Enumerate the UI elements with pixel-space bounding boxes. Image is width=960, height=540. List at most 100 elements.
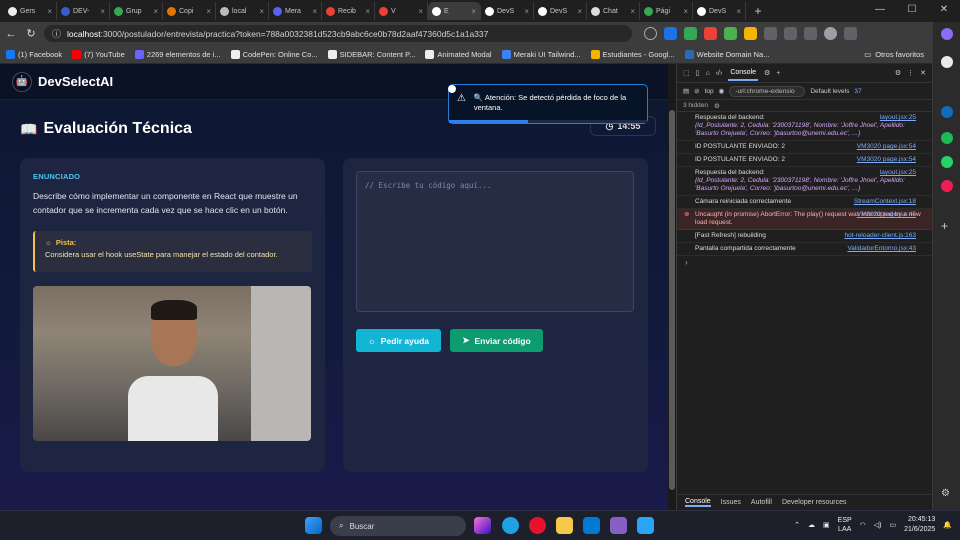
more-menu-icon[interactable] (844, 27, 857, 40)
file-explorer-icon[interactable] (556, 517, 573, 534)
search-icon[interactable] (941, 56, 953, 68)
device-toolbar-icon[interactable]: ▯ (696, 69, 700, 77)
close-tab-icon[interactable]: × (471, 7, 476, 16)
bookmark-item[interactable]: SIDEBAR: Content P... (327, 49, 415, 59)
add-tab-icon[interactable]: + (776, 70, 780, 77)
browser-tab[interactable]: Gers × (4, 2, 57, 20)
source-link[interactable]: VM3020 page.jsx:54 (857, 143, 916, 151)
extension-icon[interactable] (744, 27, 757, 40)
bookmark-item[interactable]: CodePen: Online Co... (230, 49, 318, 59)
close-tab-icon[interactable]: × (100, 7, 105, 16)
browser-tab[interactable]: DEV- × (57, 2, 110, 20)
close-tab-icon[interactable]: × (630, 7, 635, 16)
help-button[interactable]: ☼ Pedir ayuda (356, 329, 441, 352)
source-link[interactable]: VM3020 page.jsx:45 (857, 211, 916, 219)
console-message[interactable]: StreamContext.jsx:18 Cámara reiniciada co… (677, 196, 932, 209)
console-message[interactable]: VM3020 page.jsx:54 ID POSTULANTE ENVIADO:… (677, 154, 932, 167)
submit-code-button[interactable]: ➤ Enviar código (450, 329, 543, 352)
browser-tab[interactable]: Copi × (163, 2, 216, 20)
app-tray-icon[interactable]: ▣ (823, 521, 830, 529)
notifications-icon[interactable]: 🔔 (943, 521, 952, 529)
extension-icon[interactable] (664, 27, 677, 40)
clock[interactable]: 20:45:13 21/6/2025 (904, 515, 935, 535)
browser-tab[interactable]: V × (375, 2, 428, 20)
browser-tab[interactable]: Chat × (587, 2, 640, 20)
browser-tab[interactable]: E × (428, 2, 481, 20)
browser-tab[interactable]: DevS × (693, 2, 746, 20)
code-editor[interactable]: // Escribe tu código aquí... (356, 171, 634, 312)
bookmark-item[interactable]: Estudiantes - Googl... (590, 49, 675, 59)
console-message[interactable]: hot-reloader-client.js:163 [Fast Refresh]… (677, 230, 932, 243)
outlook-icon[interactable] (941, 106, 953, 118)
reload-button[interactable]: ↻ (24, 27, 38, 40)
close-window-button[interactable]: ✕ (928, 0, 960, 22)
profile-avatar[interactable] (824, 27, 837, 40)
more-icon[interactable]: ⋮ (907, 69, 914, 77)
bookmark-item[interactable]: (1) Facebook (6, 49, 62, 59)
star-icon[interactable] (644, 27, 657, 40)
console-message[interactable]: layout.jsx:25 Respuesta del backend: {Id_P… (677, 112, 932, 141)
browser-tab[interactable]: Mera × (269, 2, 322, 20)
performance-icon[interactable]: ⚙ (764, 69, 770, 77)
extension-icon[interactable] (724, 27, 737, 40)
browser-tab[interactable]: DevS × (534, 2, 587, 20)
bookmark-item[interactable]: Animated Modal (425, 49, 492, 59)
close-devtools-icon[interactable]: ✕ (920, 69, 926, 77)
language-indicator[interactable]: ESP LAA (838, 516, 852, 534)
chevron-up-icon[interactable]: ⌃ (794, 521, 800, 529)
volume-icon[interactable]: ◁) (874, 521, 882, 529)
site-info-icon[interactable]: ⓘ (52, 27, 61, 40)
gear-icon[interactable]: ⚙ (714, 102, 720, 110)
source-link[interactable]: hot-reloader-client.js:163 (844, 232, 916, 240)
close-tab-icon[interactable]: × (47, 7, 52, 16)
copilot-icon[interactable] (941, 28, 953, 40)
close-tab-icon[interactable]: × (206, 7, 211, 16)
console-message[interactable]: VM3020 page.jsx:54 ID POSTULANTE ENVIADO:… (677, 141, 932, 154)
elements-icon[interactable]: ⌂ (705, 70, 709, 77)
console-message[interactable]: ValidadorEntorno.jsx:43 Pantalla comparti… (677, 243, 932, 256)
source-link[interactable]: layout.jsx:25 (880, 114, 916, 122)
inspect-icon[interactable]: ⬚ (683, 69, 690, 77)
maximize-button[interactable]: ☐ (896, 0, 928, 22)
console-error[interactable]: ⊗ VM3020 page.jsx:45 Uncaught (in promise)… (677, 209, 932, 230)
source-link[interactable]: VM3020 page.jsx:54 (857, 156, 916, 164)
taskbar-search[interactable]: ⌕ Buscar (330, 516, 466, 536)
bookmark-item[interactable]: Website Domain Na... (684, 49, 769, 59)
opera-icon[interactable] (529, 517, 546, 534)
close-tab-icon[interactable]: × (524, 7, 529, 16)
page-scrollbar[interactable] (668, 64, 676, 510)
close-tab-icon[interactable]: × (736, 7, 741, 16)
bookmark-item[interactable]: 2269 elementos de i... (134, 49, 221, 59)
close-tab-icon[interactable]: × (365, 7, 370, 16)
tab-console[interactable]: Console (728, 66, 759, 81)
new-tab-button[interactable]: + (750, 4, 766, 18)
copilot-icon[interactable] (474, 517, 491, 534)
favorites-icon[interactable] (804, 27, 817, 40)
log-object[interactable]: {Id_Postulante: 2, Cedula: '2300371198',… (695, 122, 926, 138)
context-select[interactable]: top (705, 88, 714, 95)
tiktok-icon[interactable] (941, 180, 953, 192)
onedrive-icon[interactable]: ☁ (808, 521, 815, 529)
console-message[interactable]: layout.jsx:25 Respuesta del backend: {Id_P… (677, 167, 932, 196)
console-prompt[interactable]: › (677, 256, 932, 269)
vscode-icon[interactable] (583, 517, 600, 534)
drawer-tab[interactable]: Issues (721, 499, 741, 506)
battery-icon[interactable]: ▭ (890, 521, 897, 529)
sidebar-toggle-icon[interactable]: ▤ (683, 87, 689, 95)
close-tab-icon[interactable]: × (312, 7, 317, 16)
settings-icon[interactable]: ⚙ (941, 488, 953, 500)
visual-studio-icon[interactable] (610, 517, 627, 534)
browser-tab[interactable]: Grup × (110, 2, 163, 20)
close-tab-icon[interactable]: × (683, 7, 688, 16)
bookmark-item[interactable]: (7) YouTube (72, 49, 125, 59)
drawer-tab[interactable]: Console (685, 498, 711, 507)
close-tab-icon[interactable]: × (153, 7, 158, 16)
extension-icon[interactable] (704, 27, 717, 40)
console-filter-input[interactable]: -url:chrome-extensio (729, 85, 806, 97)
start-icon[interactable] (305, 517, 322, 534)
eye-icon[interactable]: ◉ (719, 87, 725, 95)
bookmark-item[interactable]: Meraki UI Tailwind... (501, 49, 581, 59)
puzzle-icon[interactable] (764, 27, 777, 40)
issues-count-badge[interactable]: 37 (854, 88, 861, 95)
drawer-tab[interactable]: Developer resources (782, 499, 847, 506)
